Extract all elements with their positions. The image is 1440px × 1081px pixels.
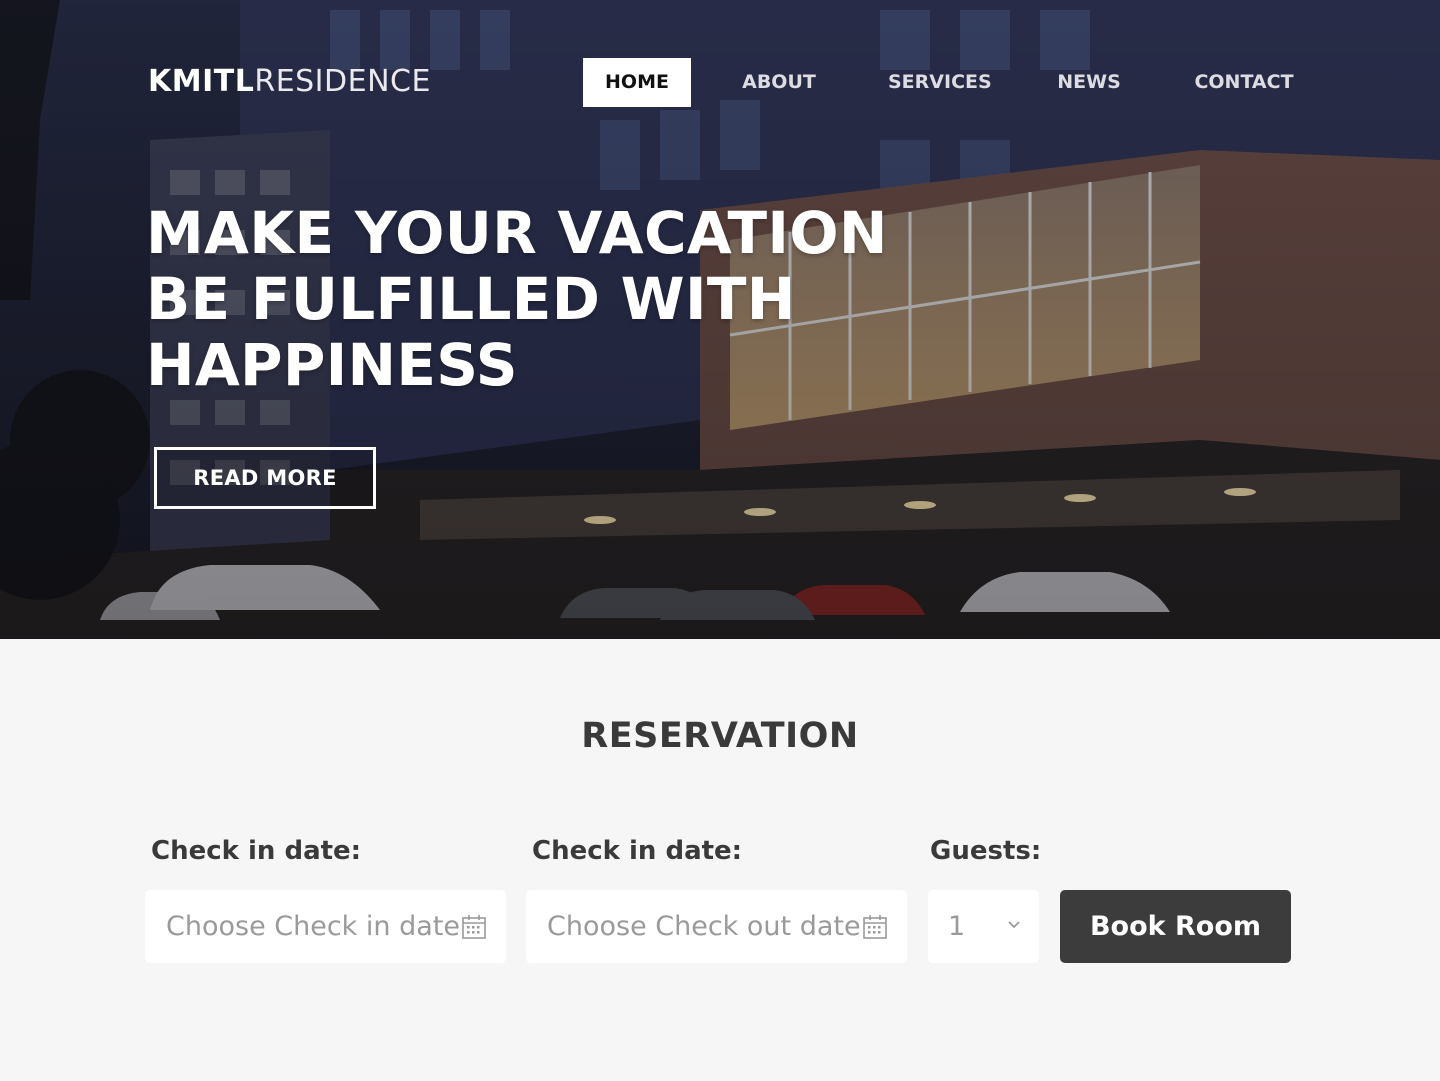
nav-contact[interactable]: CONTACT xyxy=(1193,58,1295,107)
calendar-icon[interactable] xyxy=(461,914,487,940)
check-out-label: Check in date: xyxy=(532,836,743,866)
hero-section: KMITLRESIDENCE HOME ABOUT SERVICES NEWS … xyxy=(0,0,1440,639)
chevron-down-icon xyxy=(1008,921,1020,929)
site-logo[interactable]: KMITLRESIDENCE xyxy=(148,64,431,100)
read-more-button[interactable]: READ MORE xyxy=(154,447,376,509)
guests-select[interactable]: 1 xyxy=(928,890,1039,963)
logo-bold-text: KMITL xyxy=(148,64,255,99)
nav-home[interactable]: HOME xyxy=(583,58,691,107)
check-in-label: Check in date: xyxy=(151,836,362,866)
nav-about[interactable]: ABOUT xyxy=(733,58,825,107)
check-out-date-input[interactable]: Choose Check out date xyxy=(526,890,907,963)
guests-label: Guests: xyxy=(930,836,1042,866)
check-in-placeholder: Choose Check in date xyxy=(166,911,460,942)
guests-value: 1 xyxy=(948,911,966,942)
hero-headline: MAKE YOUR VACATION BE FULFILLED WITH HAP… xyxy=(146,199,888,399)
check-out-placeholder: Choose Check out date xyxy=(547,911,861,942)
nav-news[interactable]: NEWS xyxy=(1056,58,1122,107)
logo-light-text: RESIDENCE xyxy=(254,64,431,99)
nav-services[interactable]: SERVICES xyxy=(888,58,992,107)
headline-line-1: MAKE YOUR VACATION xyxy=(146,199,888,267)
check-in-date-input[interactable]: Choose Check in date xyxy=(145,890,506,963)
book-room-button[interactable]: Book Room xyxy=(1060,890,1291,963)
calendar-icon[interactable] xyxy=(862,914,888,940)
reservation-title: RESERVATION xyxy=(581,716,859,756)
headline-line-2: BE FULFILLED WITH xyxy=(146,265,796,333)
headline-line-3: HAPPINESS xyxy=(146,331,518,399)
